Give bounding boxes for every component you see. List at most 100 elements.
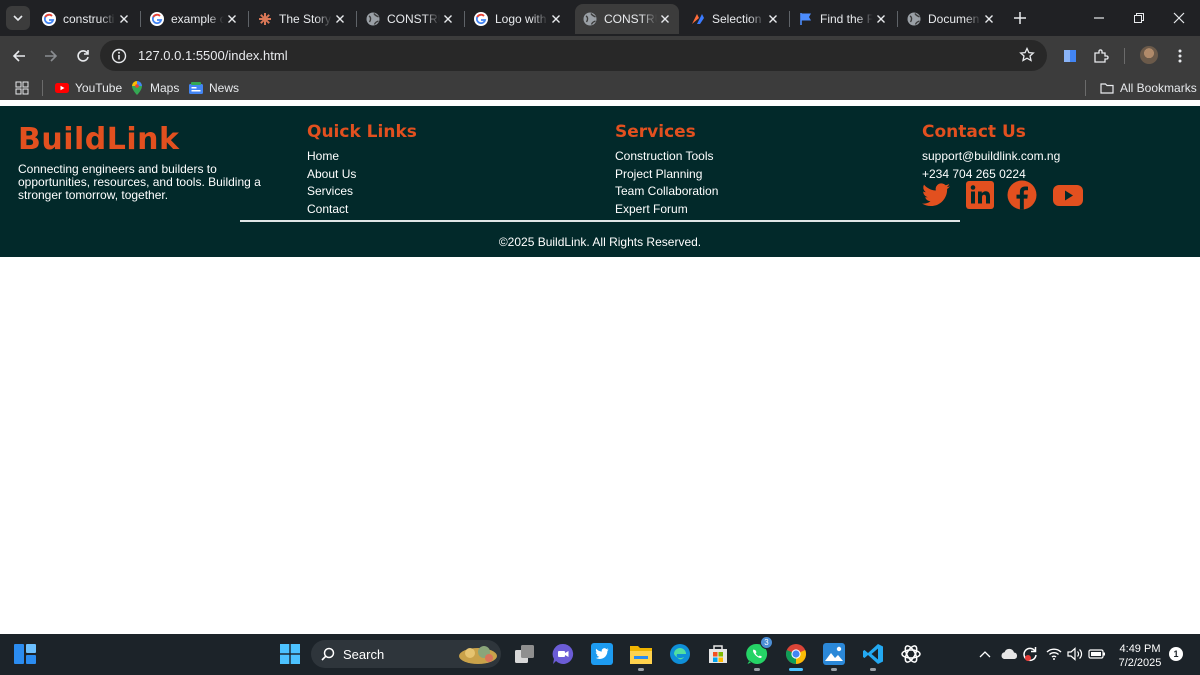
all-bookmarks-button[interactable]: All Bookmarks <box>1100 80 1197 96</box>
close-icon <box>1173 12 1185 24</box>
browser-tab[interactable]: Logo with <box>466 4 570 34</box>
taskbar-whatsapp[interactable]: 3 <box>745 636 773 671</box>
bookmarks-bar: YouTube Maps News All Bookmarks <box>0 76 1200 100</box>
photos-icon <box>823 643 845 665</box>
volume-tray[interactable] <box>1065 642 1085 666</box>
tab-separator <box>356 11 357 27</box>
footer-divider <box>240 220 960 222</box>
close-tab-icon[interactable] <box>224 11 240 27</box>
site-info-icon[interactable] <box>111 48 127 64</box>
quick-links-column: Quick Links Home About Us Services Conta… <box>307 122 417 218</box>
widgets-icon <box>14 644 36 664</box>
taskbar-chatgpt[interactable] <box>899 642 923 666</box>
service-link-construction-tools[interactable]: Construction Tools <box>615 148 718 166</box>
close-tab-icon[interactable] <box>981 11 997 27</box>
browser-tab[interactable]: constructi <box>34 4 138 34</box>
apps-button[interactable] <box>15 80 29 96</box>
contact-email[interactable]: support@buildlink.com.ng <box>922 148 1060 166</box>
footer-link-contact[interactable]: Contact <box>307 201 417 219</box>
taskbar-twitter-app[interactable] <box>590 642 614 666</box>
bookmark-youtube[interactable]: YouTube <box>55 80 122 96</box>
service-link-team-collaboration[interactable]: Team Collaboration <box>615 183 718 201</box>
url-text[interactable]: 127.0.0.1:5500/index.html <box>138 48 288 63</box>
service-link-project-planning[interactable]: Project Planning <box>615 166 718 184</box>
taskbar-chrome[interactable] <box>784 642 808 671</box>
back-button[interactable] <box>7 44 31 68</box>
reload-button[interactable] <box>71 44 95 68</box>
facebook-icon[interactable] <box>1007 180 1037 210</box>
taskbar-photos[interactable] <box>822 642 846 671</box>
contact-column: Contact Us support@buildlink.com.ng +234… <box>922 122 1060 183</box>
extensions-button[interactable] <box>1091 46 1111 66</box>
notification-badge: 3 <box>760 636 773 649</box>
tab-search-button[interactable] <box>6 6 30 30</box>
taskbar-search[interactable]: Search <box>311 640 501 668</box>
address-bar[interactable]: 127.0.0.1:5500/index.html <box>100 40 1047 71</box>
browser-tab-strip: constructi example c The Story CONSTRU Logo … <box>0 0 1200 36</box>
start-button[interactable] <box>278 642 302 666</box>
close-window-button[interactable] <box>1167 6 1191 30</box>
task-view-button[interactable] <box>513 642 537 666</box>
profile-avatar[interactable] <box>1140 46 1158 64</box>
bookmark-label: News <box>209 81 240 95</box>
close-tab-icon[interactable] <box>548 11 564 27</box>
chrome-menu-button[interactable] <box>1170 46 1190 66</box>
active-indicator <box>789 668 803 671</box>
maps-icon <box>130 81 144 95</box>
tab-title: Selection <box>712 12 762 26</box>
taskbar-file-explorer[interactable] <box>629 642 653 671</box>
taskbar-vscode[interactable] <box>861 642 885 671</box>
folder-icon <box>1100 81 1114 95</box>
network-tray[interactable] <box>1044 642 1064 666</box>
browser-tab[interactable]: CONSTRU <box>575 4 679 34</box>
taskbar-clock[interactable]: 4:49 PM 7/2/2025 <box>1112 642 1168 670</box>
bookmarks-divider <box>42 80 43 96</box>
browser-tab[interactable]: Selection <box>683 4 787 34</box>
linkedin-icon[interactable] <box>965 180 995 210</box>
taskbar-chat-app[interactable] <box>551 642 575 666</box>
browser-tab[interactable]: Find the F <box>791 4 895 34</box>
footer-link-services[interactable]: Services <box>307 183 417 201</box>
battery-tray[interactable] <box>1087 642 1107 666</box>
search-highlight-image <box>459 646 497 664</box>
browser-tab[interactable]: The Story <box>250 4 354 34</box>
show-hidden-icons-button[interactable] <box>976 642 994 666</box>
globe-icon <box>366 12 380 26</box>
onedrive-tray[interactable] <box>999 642 1019 666</box>
youtube-icon[interactable] <box>1053 180 1083 210</box>
services-heading: Services <box>615 122 696 142</box>
footer-link-home[interactable]: Home <box>307 148 417 166</box>
bookmark-maps[interactable]: Maps <box>130 80 179 96</box>
browser-tab[interactable]: example c <box>142 4 246 34</box>
taskbar-store[interactable] <box>706 642 730 666</box>
close-tab-icon[interactable] <box>657 11 673 27</box>
sync-tray[interactable] <box>1020 642 1040 666</box>
notification-center-badge[interactable]: 1 <box>1169 647 1183 661</box>
taskbar-edge[interactable] <box>668 642 692 666</box>
bookmark-news[interactable]: News <box>189 80 239 96</box>
tab-title: constructi <box>63 12 115 26</box>
reading-mode-button[interactable] <box>1060 46 1080 66</box>
minimize-button[interactable] <box>1087 6 1111 30</box>
brand-logo-text[interactable]: BuildLink <box>18 122 179 157</box>
new-tab-button[interactable] <box>1010 8 1030 28</box>
browser-tab[interactable]: CONSTRU <box>358 4 462 34</box>
close-tab-icon[interactable] <box>765 11 781 27</box>
forward-button[interactable] <box>39 44 63 68</box>
browser-tab[interactable]: Documen <box>899 4 1003 34</box>
quick-links-heading: Quick Links <box>307 122 417 142</box>
close-tab-icon[interactable] <box>332 11 348 27</box>
widgets-button[interactable] <box>13 642 37 666</box>
bookmark-star-icon[interactable] <box>1019 47 1035 63</box>
contact-heading: Contact Us <box>922 122 1026 142</box>
twitter-icon[interactable] <box>921 180 951 210</box>
close-tab-icon[interactable] <box>440 11 456 27</box>
site-footer: BuildLink Connecting engineers and build… <box>0 106 1200 257</box>
close-tab-icon[interactable] <box>873 11 889 27</box>
restore-button[interactable] <box>1127 6 1151 30</box>
close-tab-icon[interactable] <box>116 11 132 27</box>
footer-link-about-us[interactable]: About Us <box>307 166 417 184</box>
store-icon <box>709 645 727 663</box>
minimize-icon <box>1094 17 1104 19</box>
service-link-expert-forum[interactable]: Expert Forum <box>615 201 718 219</box>
